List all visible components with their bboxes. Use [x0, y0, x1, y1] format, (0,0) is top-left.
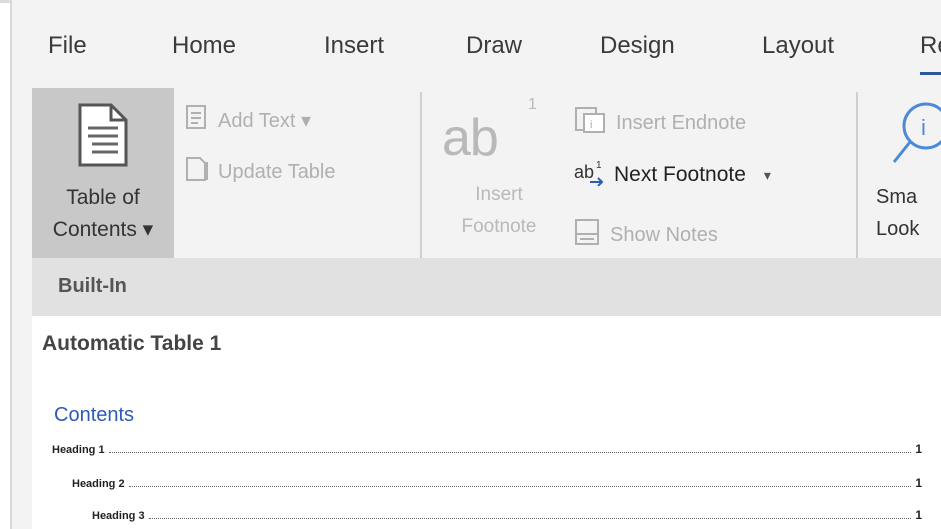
smart-lookup-label-line1: Sma [876, 186, 918, 208]
preview-toc-row: Heading 1 1 [52, 436, 922, 456]
window-left-border [10, 0, 12, 529]
svg-text:i: i [921, 115, 926, 140]
ribbon-group-separator-2 [856, 92, 858, 258]
tab-references[interactable]: Re [920, 32, 941, 60]
footnote-superscript-icon: 1 [528, 96, 537, 113]
toc-gallery-dropdown: Built-In Automatic Table 1 Contents Head… [32, 258, 941, 529]
insert-endnote-button[interactable]: i Insert Endnote [574, 106, 746, 140]
tab-file[interactable]: File [48, 32, 87, 60]
preview-row-label: Heading 1 [52, 444, 105, 456]
update-table-icon [184, 156, 210, 188]
dot-leader [108, 452, 912, 453]
show-notes-label: Show Notes [610, 223, 718, 246]
next-footnote-icon: ab 1 [574, 158, 606, 192]
table-of-contents-button[interactable]: Table of Contents ▾ [32, 88, 174, 258]
update-table-label: Update Table [218, 160, 336, 183]
preview-row-page: 1 [915, 442, 922, 456]
add-text-icon [184, 104, 210, 136]
svg-text:ab: ab [574, 162, 594, 182]
automatic-table-1-title: Automatic Table 1 [42, 332, 222, 355]
magnifier-icon: i [890, 98, 941, 173]
built-in-label: Built-In [58, 275, 127, 297]
dot-leader [148, 518, 912, 519]
preview-row-label: Heading 3 [92, 510, 145, 522]
dot-leader [128, 486, 912, 487]
preview-toc-row: Heading 3 1 [92, 502, 922, 522]
insert-endnote-label: Insert Endnote [616, 111, 747, 134]
insert-footnote-label-line2: Footnote [461, 216, 537, 237]
document-icon [77, 102, 129, 173]
tab-design[interactable]: Design [600, 32, 675, 60]
preview-row-page: 1 [915, 508, 922, 522]
next-footnote-dropdown[interactable]: ▾ [764, 167, 771, 184]
toc-label-line2: Contents ▾ [52, 218, 154, 241]
tab-insert[interactable]: Insert [324, 32, 384, 60]
preview-contents-heading: Contents [54, 404, 135, 426]
next-footnote-label: Next Footnote [614, 163, 746, 186]
endnote-icon: i [574, 106, 608, 140]
preview-row-page: 1 [915, 476, 922, 490]
show-notes-button[interactable]: Show Notes [574, 218, 718, 252]
active-tab-indicator [920, 72, 941, 75]
tab-draw[interactable]: Draw [466, 32, 522, 60]
add-text-label: Add Text ▾ [218, 109, 312, 132]
svg-text:1: 1 [596, 160, 602, 171]
footnote-ab-icon: ab [442, 109, 499, 167]
ribbon-group-separator [420, 92, 422, 258]
add-text-button[interactable]: Add Text ▾ [184, 104, 311, 136]
toc-label-line1: Table of [66, 186, 140, 209]
update-table-button[interactable]: Update Table [184, 156, 336, 188]
insert-footnote-label-line1: Insert [475, 184, 523, 205]
gallery-section-header: Built-In [32, 258, 941, 316]
next-footnote-button[interactable]: ab 1 Next Footnote ▾ [574, 158, 771, 192]
preview-row-label: Heading 2 [72, 478, 125, 490]
smart-lookup-label-line2: Look [876, 218, 920, 240]
svg-text:i: i [590, 119, 592, 131]
tab-home[interactable]: Home [172, 32, 236, 60]
tab-layout[interactable]: Layout [762, 32, 834, 60]
preview-toc-row: Heading 2 1 [72, 470, 922, 490]
show-notes-icon [574, 218, 602, 252]
